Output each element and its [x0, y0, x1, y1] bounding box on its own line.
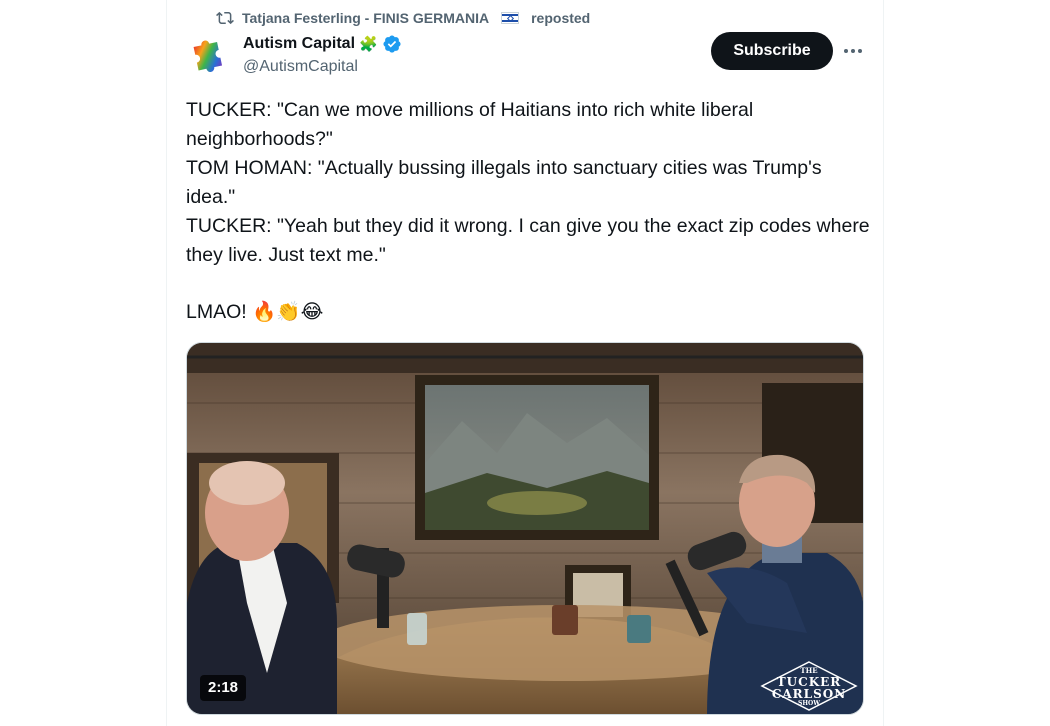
tweet-text: TUCKER: "Can we move millions of Haitian…: [186, 96, 876, 327]
avatar[interactable]: [186, 34, 232, 80]
tweet-line: TUCKER: "Yeah but they did it wrong. I c…: [186, 215, 870, 266]
verified-badge-icon[interactable]: [382, 34, 402, 54]
subscribe-button[interactable]: Subscribe: [711, 32, 833, 70]
tweet-line: TOM HOMAN: "Actually bussing illegals in…: [186, 157, 822, 208]
tweet-closing: LMAO! 🔥👏😂: [186, 301, 324, 323]
tweet-line: TUCKER: "Can we move millions of Haitian…: [186, 99, 754, 150]
reposter-name[interactable]: Tatjana Festerling - FINIS GERMANIA: [242, 10, 489, 26]
timeline-right-border: [883, 0, 884, 726]
video-duration: 2:18: [200, 675, 247, 701]
author-block[interactable]: Autism Capital 🧩 @AutismCapital: [243, 33, 402, 76]
repost-context[interactable]: Tatjana Festerling - FINIS GERMANIA repos…: [216, 8, 590, 28]
author-name[interactable]: Autism Capital: [243, 35, 355, 53]
puzzle-emoji: 🧩: [359, 36, 378, 53]
more-options-icon[interactable]: [842, 40, 864, 62]
author-handle[interactable]: @AutismCapital: [243, 58, 402, 76]
flag-israel-icon: [501, 12, 520, 24]
timeline-left-border: [166, 0, 167, 726]
repost-icon: [216, 11, 234, 25]
repost-suffix: reposted: [531, 10, 591, 26]
tucker-carlson-show-watermark: THE TUCKER CARLSON SHOW: [760, 660, 858, 712]
